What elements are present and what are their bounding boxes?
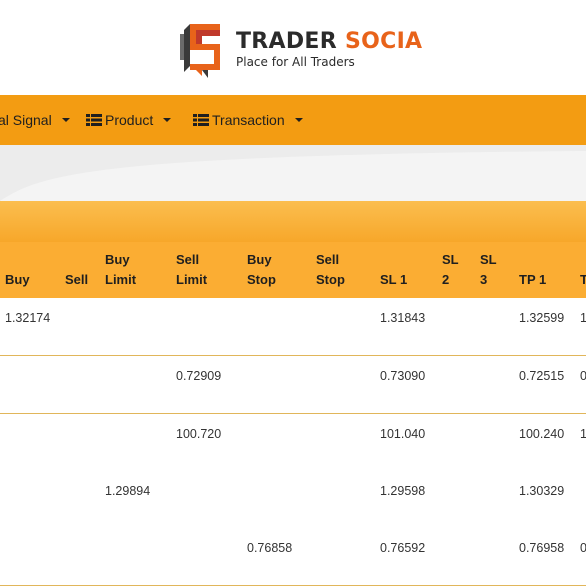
cell-tp2: 1 xyxy=(580,311,586,325)
col-header-buy-stop-line2: Stop xyxy=(247,272,276,287)
table-row: 0.76858 0.76592 0.76958 0 xyxy=(0,528,586,586)
col-header-sl3: SL 3 xyxy=(480,250,497,290)
brand-tagline: Place for All Traders xyxy=(236,55,355,69)
cell-sell-limit: 100.720 xyxy=(176,427,222,441)
col-header-sell-stop: Sell Stop xyxy=(316,250,345,290)
cell-sl1: 0.76592 xyxy=(380,541,426,555)
col-header-sl2: SL 2 xyxy=(442,250,459,290)
brand-name-part2: SOCIA xyxy=(344,29,423,54)
col-header-sell-stop-line1: Sell xyxy=(316,252,340,267)
col-header-sl2-line1: SL xyxy=(442,252,459,267)
cell-buy-limit: 1.29894 xyxy=(105,484,151,498)
col-header-sell-limit-line1: Sell xyxy=(176,252,200,267)
brand-name-part1: TRADER xyxy=(236,29,338,54)
site-header: TRADER SOCIA Place for All Traders xyxy=(0,0,586,95)
trader-socia-logo-icon xyxy=(180,24,220,78)
col-header-sell-limit-line2: Limit xyxy=(176,272,208,287)
cell-sl1: 1.29598 xyxy=(380,484,426,498)
chevron-down-icon xyxy=(294,118,303,122)
list-icon xyxy=(193,114,209,126)
col-header-sl1: SL 1 xyxy=(380,272,408,287)
list-icon xyxy=(86,114,102,126)
table-row: 100.720 101.040 100.240 1 xyxy=(0,414,586,472)
cell-tp2: 1 xyxy=(580,427,586,441)
cell-tp2: 0 xyxy=(580,541,586,555)
col-header-sl2-line2: 2 xyxy=(442,272,450,287)
col-header-tp2: T xyxy=(580,272,586,287)
col-header-sl3-line1: SL xyxy=(480,252,497,267)
cell-tp1: 100.240 xyxy=(519,427,565,441)
chevron-down-icon xyxy=(163,118,172,122)
table-row: 1.32174 1.31843 1.32599 1 xyxy=(0,298,586,356)
cell-tp2: 0 xyxy=(580,369,586,383)
cell-tp1: 1.32599 xyxy=(519,311,565,325)
cell-tp1: 0.72515 xyxy=(519,369,565,383)
table-row: 0.72909 0.73090 0.72515 0 xyxy=(0,356,586,414)
nav-item-signal[interactable]: al Signal xyxy=(0,112,70,128)
cell-tp1: 0.76958 xyxy=(519,541,565,555)
site-logo[interactable]: TRADER SOCIA Place for All Traders xyxy=(178,20,422,78)
brand-name: TRADER SOCIA xyxy=(236,29,422,54)
cell-sl1: 0.73090 xyxy=(380,369,426,383)
cell-buy: 1.32174 xyxy=(5,311,51,325)
nav-item-transaction[interactable]: Transaction xyxy=(193,112,303,128)
decorative-band xyxy=(0,145,586,201)
table-row: 1.29894 1.29598 1.30329 xyxy=(0,471,586,529)
nav-item-transaction-label: Transaction xyxy=(212,112,285,128)
col-header-buy: Buy xyxy=(5,272,30,287)
cell-tp1: 1.30329 xyxy=(519,484,565,498)
col-header-sell: Sell xyxy=(65,272,89,287)
cell-sl1: 1.31843 xyxy=(380,311,426,325)
nav-item-product-label: Product xyxy=(105,112,154,128)
col-header-buy-limit-line2: Limit xyxy=(105,272,137,287)
cell-buy-stop: 0.76858 xyxy=(247,541,293,555)
col-header-buy-limit: Buy Limit xyxy=(105,250,136,290)
table-title-strip xyxy=(0,201,586,242)
nav-item-product[interactable]: Product xyxy=(86,112,172,128)
col-header-buy-limit-line1: Buy xyxy=(105,252,130,267)
col-header-sell-limit: Sell Limit xyxy=(176,250,207,290)
main-navbar: al Signal Product Transaction xyxy=(0,95,586,145)
table-header: Buy Sell Buy Limit Sell Limit Buy Stop S… xyxy=(0,242,586,298)
col-header-buy-stop: Buy Stop xyxy=(247,250,276,290)
col-header-sl3-line2: 3 xyxy=(480,272,488,287)
wave-decoration xyxy=(0,145,586,201)
col-header-sell-stop-line2: Stop xyxy=(316,272,345,287)
nav-item-signal-label: al Signal xyxy=(0,112,52,128)
chevron-down-icon xyxy=(61,118,70,122)
col-header-tp1: TP 1 xyxy=(519,272,547,287)
cell-sl1: 101.040 xyxy=(380,427,426,441)
col-header-buy-stop-line1: Buy xyxy=(247,252,272,267)
cell-sell-limit: 0.72909 xyxy=(176,369,222,383)
